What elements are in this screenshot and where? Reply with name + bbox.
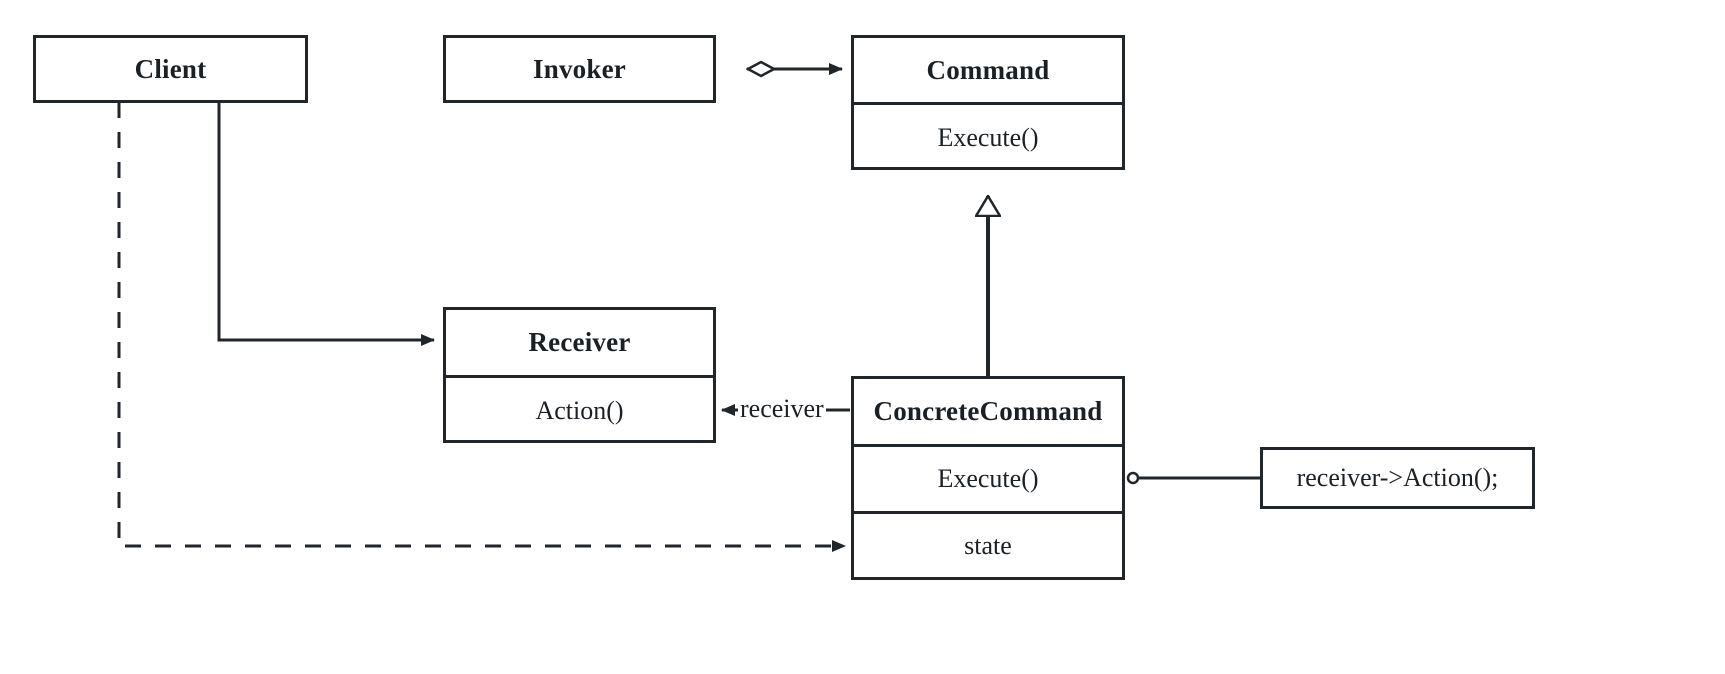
class-box-invoker[interactable]: Invoker bbox=[443, 35, 716, 103]
edge-client-to-receiver bbox=[217, 102, 435, 346]
class-box-client[interactable]: Client bbox=[33, 35, 308, 103]
class-box-command[interactable]: Command Execute() bbox=[851, 35, 1125, 170]
class-name-receiver: Receiver bbox=[528, 327, 631, 357]
class-operation-concrete-command-execute: Execute() bbox=[854, 444, 1122, 511]
edge-label-receiver: receiver bbox=[738, 394, 826, 424]
class-attribute-concrete-command-state: state bbox=[854, 511, 1122, 577]
class-box-receiver[interactable]: Receiver Action() bbox=[443, 307, 716, 443]
uml-class-diagram: Command --> Receiver : down then right -… bbox=[0, 0, 1725, 674]
class-operation-receiver-action: Action() bbox=[446, 375, 713, 443]
note-text: receiver->Action(); bbox=[1296, 463, 1499, 492]
class-name-concrete-command: ConcreteCommand bbox=[873, 396, 1103, 426]
class-name-invoker: Invoker bbox=[533, 53, 626, 84]
class-name-client: Client bbox=[134, 53, 207, 84]
note-box-execute-body[interactable]: receiver->Action(); bbox=[1260, 447, 1535, 509]
class-operation-command-execute: Execute() bbox=[854, 102, 1122, 170]
class-box-concrete-command[interactable]: ConcreteCommand Execute() state bbox=[851, 376, 1125, 580]
class-name-command: Command bbox=[926, 54, 1050, 85]
